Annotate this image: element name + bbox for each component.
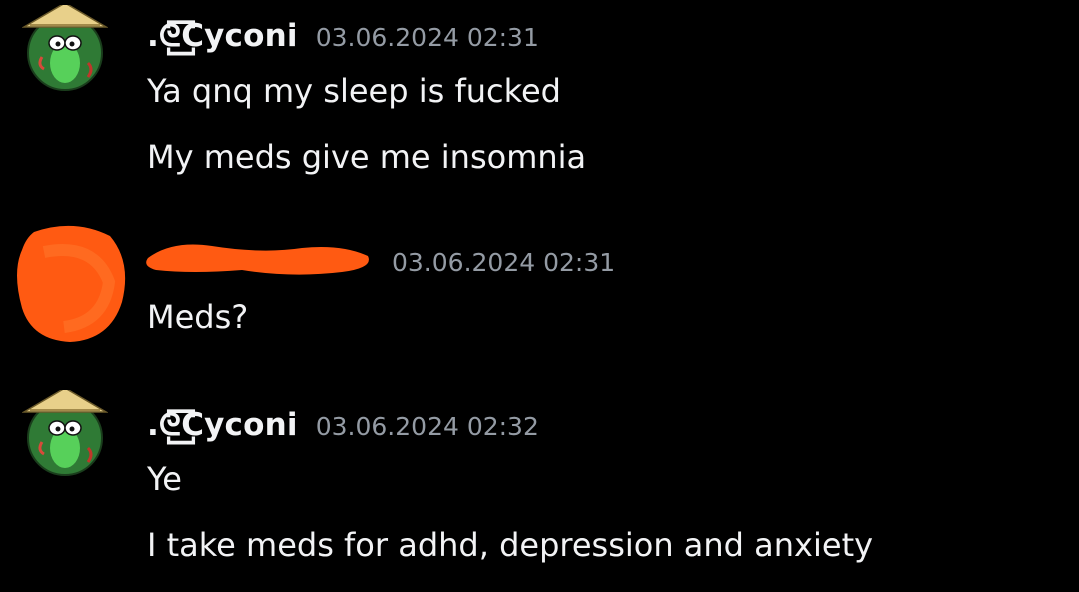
message-timestamp[interactable]: 03.06.2024 02:32 xyxy=(316,412,539,441)
message-group-3: .ᘓ꙱Cyconi 03.06.2024 02:32 Ye I take med… xyxy=(0,385,1079,592)
message-text: I take meds for adhd, depression and anx… xyxy=(147,526,874,564)
message-text: My meds give me insomnia xyxy=(147,138,587,176)
message-header: .ᘓ꙱Cyconi 03.06.2024 02:32 xyxy=(147,403,539,445)
message-header: .ᘓ꙱Cyconi 03.06.2024 02:31 xyxy=(147,14,539,56)
message-group-2: 03.06.2024 02:31 Meds? xyxy=(0,200,1079,370)
message-header: 03.06.2024 02:31 xyxy=(392,248,615,277)
message-group-1: .ᘓ꙱Cyconi 03.06.2024 02:31 Ya qnq my sle… xyxy=(0,0,1079,200)
redacted-avatar-scribble-icon xyxy=(17,225,126,342)
message-text: Meds? xyxy=(147,298,249,336)
message-timestamp[interactable]: 03.06.2024 02:31 xyxy=(316,23,539,52)
author-name[interactable]: .ᘓ꙱Cyconi xyxy=(147,14,298,56)
message-text: Ya qnq my sleep is fucked xyxy=(147,72,561,110)
author-name[interactable]: .ᘓ꙱Cyconi xyxy=(147,403,298,445)
message-timestamp[interactable]: 03.06.2024 02:31 xyxy=(392,248,615,277)
redacted-username-scribble-icon xyxy=(146,244,369,275)
frog-with-straw-hat-avatar-icon[interactable] xyxy=(22,5,108,91)
frog-with-straw-hat-avatar-icon[interactable] xyxy=(22,390,108,476)
message-text: Ye xyxy=(147,460,182,498)
